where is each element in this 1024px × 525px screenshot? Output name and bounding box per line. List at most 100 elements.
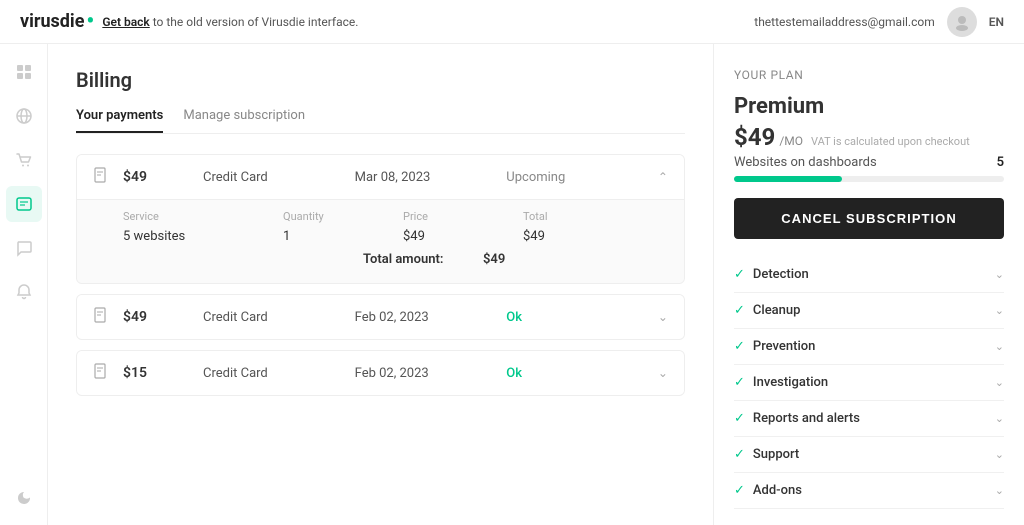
col-quantity: Quantity xyxy=(283,210,403,223)
feature-chevron-detection: ⌄ xyxy=(995,268,1004,281)
receipt-icon-3 xyxy=(93,363,113,383)
payment-status-1: Upcoming xyxy=(506,170,658,185)
logo-dot: • xyxy=(86,11,94,33)
plan-section-label: Your plan xyxy=(734,68,1004,82)
detail-headers-1: Service Quantity Price Total xyxy=(123,210,668,223)
feature-chevron-addons: ⌄ xyxy=(995,484,1004,497)
payment-row-main-3: $15 Credit Card Feb 02, 2023 Ok ⌄ xyxy=(77,351,684,395)
feature-left-reports: ✓ Reports and alerts xyxy=(734,411,860,426)
check-icon-addons: ✓ xyxy=(734,483,745,498)
plan-progress-bar xyxy=(734,176,1004,182)
layout: Billing Your payments Manage subscriptio… xyxy=(0,44,1024,525)
avatar[interactable] xyxy=(947,7,977,37)
plan-progress-fill xyxy=(734,176,842,182)
feature-left-prevention: ✓ Prevention xyxy=(734,339,815,354)
plan-sites-count: 5 xyxy=(997,155,1004,170)
topbar-left: virusdie• Get back to the old version of… xyxy=(20,11,358,33)
plan-name: Premium xyxy=(734,94,1004,119)
feature-chevron-cleanup: ⌄ xyxy=(995,304,1004,317)
payment-row-2: $49 Credit Card Feb 02, 2023 Ok ⌄ xyxy=(76,294,685,340)
sidebar-icon-dashboard[interactable] xyxy=(6,54,42,90)
feature-item-cleanup[interactable]: ✓ Cleanup ⌄ xyxy=(734,293,1004,329)
total-label: Total amount: xyxy=(363,252,483,267)
main-content: Billing Your payments Manage subscriptio… xyxy=(48,44,1024,525)
payment-date-3: Feb 02, 2023 xyxy=(355,366,507,381)
feature-left-cleanup: ✓ Cleanup xyxy=(734,303,800,318)
detail-qty-1: 1 xyxy=(283,229,403,244)
payment-amount-1: $49 xyxy=(123,169,203,185)
detail-total-1: $49 xyxy=(523,229,603,244)
feature-label-addons: Add-ons xyxy=(753,483,802,498)
feature-label-support: Support xyxy=(753,447,799,462)
feature-label-prevention: Prevention xyxy=(753,339,815,354)
page-title: Billing xyxy=(76,68,685,92)
check-icon-reports: ✓ xyxy=(734,411,745,426)
sidebar-icon-cart[interactable] xyxy=(6,142,42,178)
sidebar-icon-chat[interactable] xyxy=(6,230,42,266)
payment-date-1: Mar 08, 2023 xyxy=(355,170,507,185)
payment-amount-3: $15 xyxy=(123,365,203,381)
feature-item-prevention[interactable]: ✓ Prevention ⌄ xyxy=(734,329,1004,365)
plan-sites-label: Websites on dashboards xyxy=(734,155,877,170)
payment-date-2: Feb 02, 2023 xyxy=(355,310,507,325)
feature-item-detection[interactable]: ✓ Detection ⌄ xyxy=(734,257,1004,293)
sidebar-icon-billing[interactable] xyxy=(6,186,42,222)
col-service: Service xyxy=(123,210,283,223)
sidebar-icon-bell[interactable] xyxy=(6,274,42,310)
detail-price-1: $49 xyxy=(403,229,523,244)
feature-item-addons[interactable]: ✓ Add-ons ⌄ xyxy=(734,473,1004,509)
get-back-link[interactable]: Get back xyxy=(102,15,149,29)
plan-sites-row: Websites on dashboards 5 xyxy=(734,155,1004,170)
topbar: virusdie• Get back to the old version of… xyxy=(0,0,1024,44)
payment-chevron-1[interactable]: ⌃ xyxy=(658,170,668,184)
plan-price: $49 xyxy=(734,123,775,151)
feature-item-reports[interactable]: ✓ Reports and alerts ⌄ xyxy=(734,401,1004,437)
check-icon-detection: ✓ xyxy=(734,267,745,282)
feature-chevron-support: ⌄ xyxy=(995,448,1004,461)
plan-price-row: $49 /MO VAT is calculated upon checkout xyxy=(734,123,1004,151)
billing-section: Billing Your payments Manage subscriptio… xyxy=(48,44,714,525)
payment-chevron-2[interactable]: ⌄ xyxy=(658,310,668,324)
receipt-icon-1 xyxy=(93,167,113,187)
sidebar-icon-theme[interactable] xyxy=(6,479,42,515)
feature-left-investigation: ✓ Investigation xyxy=(734,375,828,390)
total-value: $49 xyxy=(483,252,505,267)
user-email: thettestemailaddress@gmail.com xyxy=(754,15,934,29)
feature-chevron-investigation: ⌄ xyxy=(995,376,1004,389)
topbar-right: thettestemailaddress@gmail.com EN xyxy=(754,7,1004,37)
payment-method-3: Credit Card xyxy=(203,366,355,381)
plan-vat: VAT is calculated upon checkout xyxy=(811,135,970,148)
sidebar xyxy=(0,44,48,525)
language-selector[interactable]: EN xyxy=(989,15,1004,29)
feature-item-support[interactable]: ✓ Support ⌄ xyxy=(734,437,1004,473)
payment-row-main-1: $49 Credit Card Mar 08, 2023 Upcoming ⌃ xyxy=(77,155,684,199)
check-icon-cleanup: ✓ xyxy=(734,303,745,318)
check-icon-support: ✓ xyxy=(734,447,745,462)
sidebar-icon-globe[interactable] xyxy=(6,98,42,134)
feature-left-addons: ✓ Add-ons xyxy=(734,483,802,498)
payment-amount-2: $49 xyxy=(123,309,203,325)
cancel-subscription-button[interactable]: CANCEL SUBSCRIPTION xyxy=(734,198,1004,239)
plan-per-mo: /MO xyxy=(779,134,803,148)
tab-row: Your payments Manage subscription xyxy=(76,108,685,134)
feature-list: ✓ Detection ⌄ ✓ Cleanup ⌄ ✓ Prevention xyxy=(734,257,1004,509)
feature-left-detection: ✓ Detection xyxy=(734,267,809,282)
payment-chevron-3[interactable]: ⌄ xyxy=(658,366,668,380)
feature-label-reports: Reports and alerts xyxy=(753,411,860,426)
feature-label-investigation: Investigation xyxy=(753,375,828,390)
feature-chevron-prevention: ⌄ xyxy=(995,340,1004,353)
col-price: Price xyxy=(403,210,523,223)
payment-method-1: Credit Card xyxy=(203,170,355,185)
tab-your-payments[interactable]: Your payments xyxy=(76,108,163,133)
receipt-icon-2 xyxy=(93,307,113,327)
payment-status-2: Ok xyxy=(506,310,658,325)
payment-detail-1: Service Quantity Price Total 5 websites … xyxy=(77,199,684,283)
feature-item-investigation[interactable]: ✓ Investigation ⌄ xyxy=(734,365,1004,401)
feature-chevron-reports: ⌄ xyxy=(995,412,1004,425)
plan-panel: Your plan Premium $49 /MO VAT is calcula… xyxy=(714,44,1024,525)
tab-manage-subscription[interactable]: Manage subscription xyxy=(183,108,305,133)
topbar-notice: Get back to the old version of Virusdie … xyxy=(102,15,358,29)
payment-method-2: Credit Card xyxy=(203,310,355,325)
check-icon-prevention: ✓ xyxy=(734,339,745,354)
feature-left-support: ✓ Support xyxy=(734,447,799,462)
